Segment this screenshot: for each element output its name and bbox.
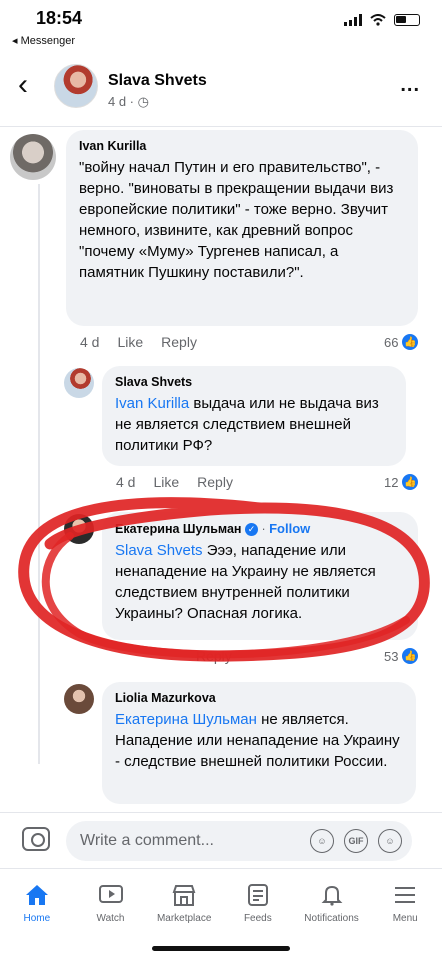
more-options-icon[interactable]: ...: [400, 74, 420, 97]
reaction-count[interactable]: 66 👍: [384, 334, 419, 350]
comment-text: "войну начал Путин и его правительство",…: [79, 159, 394, 281]
mention-link[interactable]: Ivan Kurilla: [115, 395, 189, 412]
tab-home[interactable]: Home: [0, 869, 74, 938]
comment-author[interactable]: Ivan Kurilla: [79, 139, 405, 153]
comment-author[interactable]: Екатерина Шульман: [115, 522, 241, 536]
signal-icon: [344, 14, 362, 26]
comment-bubble: Ivan Kurilla "войну начал Путин и его пр…: [66, 130, 418, 326]
reply-button[interactable]: Reply: [197, 474, 233, 490]
back-to-app-link[interactable]: ◂ Messenger: [12, 34, 75, 47]
reply-button[interactable]: Reply: [196, 648, 232, 664]
comment-actions: Reply: [196, 648, 232, 664]
post-meta: 4 d · ◷: [108, 94, 149, 109]
avatar[interactable]: [54, 64, 98, 108]
tab-marketplace[interactable]: Marketplace: [147, 869, 221, 938]
comment-bubble: Екатерина Шульман ✓ · Follow Slava Shvet…: [102, 512, 418, 640]
like-reaction-icon: 👍: [402, 648, 419, 664]
comment-actions: 4 d Like Reply: [116, 474, 233, 490]
divider: [0, 126, 442, 127]
avatar[interactable]: [64, 368, 94, 398]
avatar[interactable]: [64, 684, 94, 714]
feeds-icon: [221, 881, 295, 909]
avatar[interactable]: [10, 134, 56, 180]
home-icon: [0, 881, 74, 909]
gif-icon[interactable]: GIF: [344, 829, 368, 853]
comment-author[interactable]: Liolia Mazurkova: [115, 691, 403, 705]
comment-time: 4 d: [116, 474, 136, 490]
thread-line: [38, 184, 40, 764]
like-button[interactable]: Like: [153, 474, 179, 490]
comment-actions: 4 d Like Reply: [80, 334, 197, 350]
comment-author[interactable]: Slava Shvets: [115, 375, 393, 389]
avatar-sticker-icon[interactable]: ☺: [310, 829, 334, 853]
status-time: 18:54: [36, 8, 83, 28]
battery-icon: [394, 14, 420, 26]
comment-time: 4 d: [80, 334, 100, 350]
page-title[interactable]: Slava Shvets: [108, 72, 207, 90]
marketplace-icon: [147, 881, 221, 909]
comment-composer: Write a comment... ☺ GIF ☺: [0, 812, 442, 868]
comment-input[interactable]: Write a comment... ☺ GIF ☺: [66, 821, 412, 861]
reaction-count[interactable]: 12 👍: [384, 474, 419, 490]
mention-link[interactable]: Екатерина Шульман: [115, 711, 257, 728]
reply-button[interactable]: Reply: [161, 334, 197, 350]
watch-icon: [74, 881, 148, 909]
comment-bubble: Liolia Mazurkova Екатерина Шульман не яв…: [102, 682, 416, 804]
status-icons: [344, 14, 420, 26]
like-reaction-icon: 👍: [402, 474, 419, 490]
bell-icon: [295, 881, 369, 909]
menu-icon: [368, 881, 442, 909]
back-arrow-icon[interactable]: ‹: [18, 70, 28, 100]
wifi-icon: [370, 14, 386, 26]
home-indicator[interactable]: [152, 946, 290, 951]
avatar[interactable]: [64, 514, 94, 544]
comment-bubble: Slava Shvets Ivan Kurilla выдача или не …: [102, 366, 406, 466]
tab-menu[interactable]: Menu: [368, 869, 442, 938]
tab-notifications[interactable]: Notifications: [295, 869, 369, 938]
like-button[interactable]: Like: [117, 334, 143, 350]
reaction-count[interactable]: 53 👍: [384, 648, 419, 664]
tab-watch[interactable]: Watch: [74, 869, 148, 938]
mention-link[interactable]: Slava Shvets: [115, 542, 203, 559]
emoji-icon[interactable]: ☺: [378, 829, 402, 853]
like-reaction-icon: 👍: [402, 334, 419, 350]
bottom-tab-bar: Home Watch Marketplace Feeds Notificatio…: [0, 868, 442, 938]
tab-feeds[interactable]: Feeds: [221, 869, 295, 938]
follow-button[interactable]: Follow: [269, 521, 310, 536]
camera-icon[interactable]: [22, 827, 50, 851]
comment-placeholder: Write a comment...: [80, 832, 214, 849]
status-bar: 18:54 ◂ Messenger: [0, 0, 442, 50]
post-header: ‹ Slava Shvets 4 d · ◷ ...: [0, 56, 442, 126]
verified-badge-icon: ✓: [244, 523, 258, 537]
